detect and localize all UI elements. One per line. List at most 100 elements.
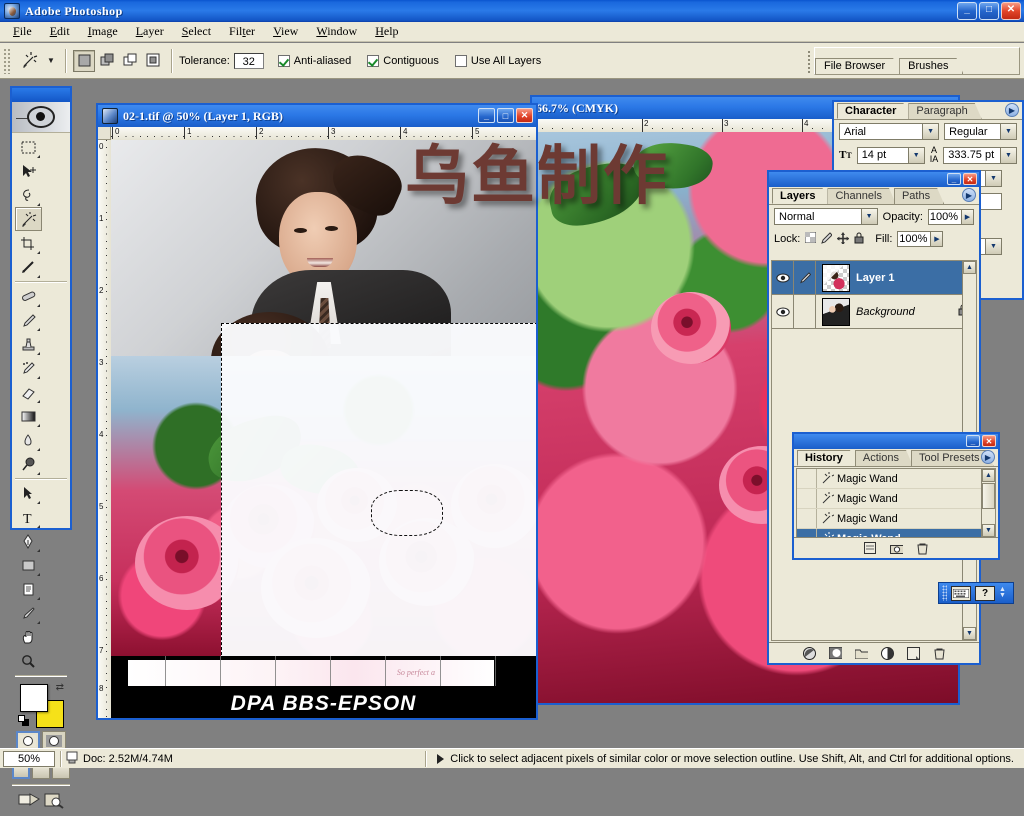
character-palette-menu-icon[interactable]: ▶ [1005,103,1019,117]
file-browser-toggle-icon[interactable] [44,791,64,812]
layers-minimize-button[interactable]: _ [947,173,961,185]
tool-preset-dropdown[interactable]: ▼ [44,48,58,74]
table-row[interactable]: Layer 1 [772,261,976,295]
font-size-select[interactable]: 14 pt ▼ [856,146,925,164]
zoom-icon[interactable] [15,649,42,673]
lock-image-pixels-icon[interactable] [821,231,834,247]
use-all-layers-checkbox-wrap[interactable]: Use All Layers [454,54,545,67]
layer-name[interactable]: Background [856,306,915,318]
path-selection-icon[interactable] [15,481,42,505]
scroll-down-icon[interactable]: ▼ [963,627,976,640]
tab-actions[interactable]: Actions [855,450,913,466]
options-bar-grip[interactable] [3,47,10,74]
layer-visibility-toggle[interactable] [772,261,794,294]
adjustment-layer-icon[interactable] [880,646,894,660]
tab-channels[interactable]: Channels [827,188,895,204]
blur-icon[interactable] [15,428,42,452]
blend-mode-select[interactable]: Normal ▼ [774,208,878,225]
crop-icon[interactable] [15,231,42,255]
anti-aliased-checkbox[interactable] [277,54,290,67]
layers-palette-title-bar[interactable]: _ ✕ [769,172,979,187]
document-1-title-bar[interactable]: 02-1.tif @ 50% (Layer 1, RGB) _ □ ✕ [98,105,536,127]
type-icon[interactable]: T [15,505,42,529]
history-palette-title-bar[interactable]: _ ✕ [794,434,998,449]
swap-colors-icon[interactable]: ⇄ [56,682,64,693]
slice-icon[interactable] [15,255,42,279]
mini-floating-bar[interactable]: ? ▲ ▼ [938,582,1014,604]
font-family-select[interactable]: Arial ▼ [839,123,940,140]
anti-aliased-checkbox-wrap[interactable]: Anti-aliased [277,54,355,67]
chevron-down-icon[interactable]: ▼ [985,239,1001,254]
close-button[interactable]: ✕ [1001,2,1021,20]
chevron-down-icon[interactable]: ▼ [985,171,1001,186]
fill-stepper[interactable]: ▶ [931,231,944,247]
menu-image[interactable]: Image [79,22,127,41]
menu-filter[interactable]: Filter [220,22,264,41]
menu-select[interactable]: Select [173,22,220,41]
palette-well-tab-brushes[interactable]: Brushes [899,58,963,74]
magic-wand-icon[interactable] [15,207,42,231]
contiguous-checkbox[interactable] [367,54,380,67]
lock-all-icon[interactable] [854,232,864,247]
tab-paragraph[interactable]: Paragraph [908,103,981,119]
layer-link-cell[interactable] [794,295,816,328]
layers-close-button[interactable]: ✕ [963,173,977,185]
status-popup-arrow-icon[interactable] [437,753,445,764]
new-document-from-state-icon[interactable] [864,542,877,555]
list-item[interactable]: Magic Wand [797,509,995,529]
chevron-down-icon[interactable]: ▼ [1000,124,1016,139]
pen-icon[interactable] [15,529,42,553]
layer-style-icon[interactable] [802,646,816,660]
clone-stamp-icon[interactable] [15,332,42,356]
scroll-up-icon[interactable]: ▲ [963,261,976,274]
minimize-button[interactable]: _ [957,2,977,20]
jump-to-imageready-icon[interactable] [18,791,40,812]
opacity-stepper[interactable]: ▶ [962,208,974,225]
history-scrollbar[interactable]: ▲ ▼ [981,469,995,537]
mini-bar-grip[interactable] [942,585,947,601]
default-colors-icon[interactable] [18,715,29,726]
lock-transparent-pixels-icon[interactable] [804,231,817,246]
zoom-level-input[interactable]: 50% [3,750,55,767]
document-minimize-button[interactable]: _ [478,108,495,123]
opacity-value[interactable]: 100% [928,208,962,225]
scroll-up-icon[interactable]: ▲ [982,469,995,482]
delete-state-icon[interactable] [916,542,929,555]
chevron-down-icon[interactable]: ▼ [907,147,924,163]
history-minimize-button[interactable]: _ [966,435,980,447]
menu-view[interactable]: View [264,22,307,41]
table-row[interactable]: Background [772,295,976,329]
help-icon[interactable]: ? [975,585,995,601]
dodge-icon[interactable] [15,452,42,476]
document-1-canvas[interactable]: So perfect a DPA BBS-EPSON [111,140,536,718]
gradient-icon[interactable] [15,404,42,428]
history-brush-icon[interactable] [15,356,42,380]
tab-character[interactable]: Character [837,103,910,119]
healing-brush-icon[interactable] [15,284,42,308]
layer-thumbnail[interactable] [822,297,850,326]
layer-visibility-toggle[interactable] [772,295,794,328]
new-snapshot-icon[interactable] [889,542,903,555]
hand-icon[interactable] [15,625,42,649]
palette-well-tab-file-browser[interactable]: File Browser [815,58,900,74]
document-window-02-1-tif[interactable]: 02-1.tif @ 50% (Layer 1, RGB) _ □ ✕ 0 1 … [96,103,538,720]
history-close-button[interactable]: ✕ [982,435,996,447]
magic-wand-icon[interactable] [14,48,44,74]
eyedropper-icon[interactable] [15,601,42,625]
subtract-from-selection-button[interactable] [119,49,141,72]
tab-layers[interactable]: Layers [772,188,829,204]
contiguous-checkbox-wrap[interactable]: Contiguous [367,54,443,67]
tolerance-input[interactable]: 32 [233,52,264,69]
history-snapshot-cell[interactable] [797,509,817,528]
keyboard-icon[interactable] [951,585,971,601]
foreground-color-swatch[interactable] [20,684,48,712]
layer-active-brush-icon[interactable] [794,261,816,294]
lasso-icon[interactable] [15,183,42,207]
new-selection-button[interactable] [73,49,95,72]
layer-mask-icon[interactable] [828,647,842,660]
chevron-down-icon[interactable]: ▼ [922,124,939,139]
palette-well-grip[interactable] [807,50,812,74]
layer-thumbnail[interactable] [822,263,850,292]
chevron-down-icon[interactable]: ▼ [860,209,877,224]
paintbrush-icon[interactable] [15,308,42,332]
